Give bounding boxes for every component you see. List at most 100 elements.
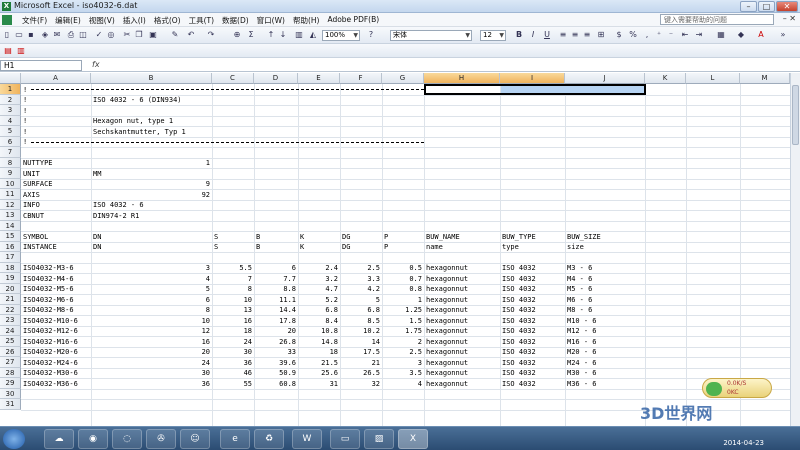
cell[interactable]: 18	[214, 326, 252, 336]
row-header-18[interactable]: 18	[0, 262, 21, 273]
cell[interactable]: !	[23, 116, 89, 126]
sort-ascending-icon[interactable]: ↑	[266, 30, 276, 40]
row-header-26[interactable]: 26	[0, 346, 21, 357]
cell[interactable]: P	[384, 242, 422, 252]
cell[interactable]: hexagonnut	[426, 316, 498, 326]
cell[interactable]: ISO 4032	[502, 284, 563, 294]
cell[interactable]: 25.6	[300, 368, 338, 378]
row-header-8[interactable]: 8	[0, 157, 21, 168]
column-header-a[interactable]: A	[21, 73, 91, 84]
taskbar-media-icon[interactable]: ◌	[112, 429, 142, 449]
cell[interactable]: !	[23, 106, 89, 116]
cell[interactable]: B	[256, 232, 296, 242]
cell[interactable]: 14	[342, 337, 380, 347]
cell[interactable]: !	[23, 85, 89, 95]
cell[interactable]: ISO 4032	[502, 274, 563, 284]
cell[interactable]: 1.75	[384, 326, 422, 336]
undo-icon[interactable]: ↶	[186, 30, 196, 40]
cell[interactable]: size	[567, 242, 643, 252]
menu-item[interactable]: 工具(T)	[187, 15, 216, 26]
cell[interactable]: K	[300, 242, 338, 252]
research-icon[interactable]: ◎	[106, 30, 116, 40]
cell[interactable]: SYMBOL	[23, 232, 89, 242]
row-header-29[interactable]: 29	[0, 378, 21, 389]
permission-icon[interactable]: ◈	[40, 30, 50, 40]
cell[interactable]: ISO 4032 - 6 (DIN934)	[93, 95, 210, 105]
cell[interactable]: M12 - 6	[567, 326, 643, 336]
cell[interactable]: 26.8	[256, 337, 296, 347]
cell[interactable]: 5.5	[214, 263, 252, 273]
taskbar-excel-icon[interactable]: X	[398, 429, 428, 449]
row-header-12[interactable]: 12	[0, 199, 21, 210]
row-header-17[interactable]: 17	[0, 252, 21, 263]
borders-icon[interactable]: ▦	[716, 30, 726, 40]
comma-style-icon[interactable]: ,	[642, 30, 652, 40]
cell[interactable]: 16	[93, 337, 210, 347]
cell[interactable]: 10	[214, 295, 252, 305]
cell[interactable]: 7.7	[256, 274, 296, 284]
row-header-23[interactable]: 23	[0, 315, 21, 326]
cell[interactable]: 3	[93, 263, 210, 273]
bold-icon[interactable]: B	[514, 30, 524, 40]
cell[interactable]: !	[23, 137, 89, 147]
row-header-30[interactable]: 30	[0, 388, 21, 399]
cell[interactable]: 6	[256, 263, 296, 273]
column-header-m[interactable]: M	[740, 73, 790, 84]
cell[interactable]: AXIS	[23, 190, 89, 200]
cell[interactable]: 26.5	[342, 368, 380, 378]
cell[interactable]: 20	[256, 326, 296, 336]
taskbar-ie-icon[interactable]: e	[220, 429, 250, 449]
fill-color-icon[interactable]: ◆	[736, 30, 746, 40]
cell[interactable]: DN	[93, 232, 210, 242]
cell[interactable]: 30	[93, 368, 210, 378]
cell[interactable]: !	[23, 127, 89, 137]
toolbar-options-icon[interactable]: »	[778, 30, 788, 40]
cell[interactable]: 1.5	[384, 316, 422, 326]
autosum-icon[interactable]: Σ	[246, 30, 256, 40]
cell[interactable]: DG	[342, 242, 380, 252]
cell[interactable]: 8.4	[300, 316, 338, 326]
cell[interactable]: 4	[93, 274, 210, 284]
menu-item[interactable]: 数据(D)	[220, 15, 251, 26]
print-icon[interactable]: ⎙	[66, 30, 76, 40]
cell[interactable]: INFO	[23, 200, 89, 210]
cell[interactable]: ISO4032-M24-6	[23, 358, 89, 368]
cell[interactable]: ISO 4032	[502, 347, 563, 357]
cell[interactable]: ISO4032-M5-6	[23, 284, 89, 294]
select-all-corner[interactable]	[0, 73, 21, 84]
cell[interactable]: S	[214, 232, 252, 242]
cell[interactable]: 0.8	[384, 284, 422, 294]
cell[interactable]: DIN974-2 R1	[93, 211, 210, 221]
cell[interactable]: 21.5	[300, 358, 338, 368]
cell[interactable]: ISO4032-M3-6	[23, 263, 89, 273]
column-header-k[interactable]: K	[645, 73, 686, 84]
cell[interactable]: ISO 4032 - 6	[93, 200, 210, 210]
cell[interactable]: BUW_NAME	[426, 232, 498, 242]
cell[interactable]: M8 - 6	[567, 305, 643, 315]
cell[interactable]: hexagonnut	[426, 305, 498, 315]
maximize-button[interactable]: □	[758, 1, 775, 12]
cell[interactable]: 0.7	[384, 274, 422, 284]
cell[interactable]: 30	[214, 347, 252, 357]
column-header-j[interactable]: J	[565, 73, 645, 84]
cell[interactable]: hexagonnut	[426, 379, 498, 389]
name-box[interactable]: H1	[0, 60, 82, 71]
help-icon[interactable]: ?	[366, 30, 376, 40]
row-header-20[interactable]: 20	[0, 283, 21, 294]
menu-item[interactable]: Adobe PDF(B)	[325, 15, 381, 26]
align-right-icon[interactable]: ≡	[582, 30, 592, 40]
close-button[interactable]: ✕	[776, 1, 798, 12]
cell[interactable]: 8.8	[256, 284, 296, 294]
cell[interactable]: 10	[93, 316, 210, 326]
worksheet-grid[interactable]: A B C D E F G H I J K L M 1 2 3 4 5 6 7 8 9 10 11 12 13 14 15 16 17 18…	[0, 73, 790, 426]
cell[interactable]: 2.5	[342, 263, 380, 273]
cell[interactable]: DG	[342, 232, 380, 242]
font-color-icon[interactable]: A	[756, 30, 766, 40]
cell[interactable]: ISO4032-M36-6	[23, 379, 89, 389]
cell[interactable]: 8.5	[342, 316, 380, 326]
row-header-22[interactable]: 22	[0, 304, 21, 315]
decrease-indent-icon[interactable]: ⇤	[680, 30, 690, 40]
row-header-4[interactable]: 4	[0, 115, 21, 126]
cell[interactable]: Sechskantmutter, Typ 1	[93, 127, 210, 137]
workbook-icon[interactable]	[2, 15, 12, 25]
